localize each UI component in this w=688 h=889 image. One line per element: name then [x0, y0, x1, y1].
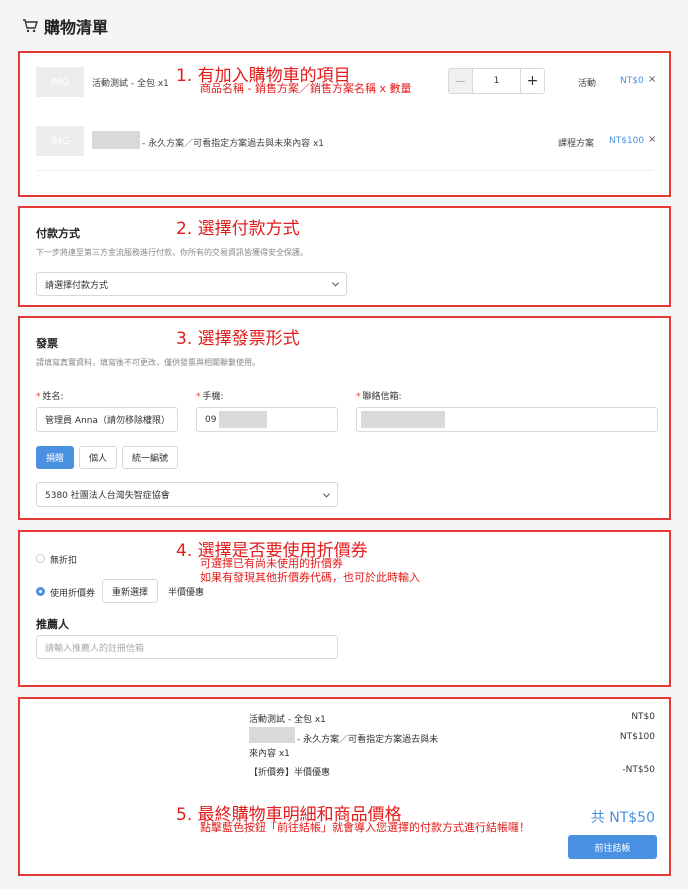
page-header: 購物清單	[22, 14, 108, 38]
item-thumbnail: IMG	[36, 67, 84, 97]
quantity-value[interactable]: 1	[473, 69, 520, 93]
redacted-text	[249, 727, 295, 743]
coupon-annotation-sub2: 如果有發現其他折價券代碼，也可於此時輸入	[200, 571, 420, 584]
summary-coupon-price: -NT$50	[622, 765, 655, 775]
payment-section: 2. 選擇付款方式 付款方式 下一步將連至第三方金流服務進行付款，你所有的交易資…	[18, 206, 671, 307]
no-discount-radio[interactable]	[36, 554, 45, 563]
item-name: - 永久方案／可看指定方案過去與未來內容 x1	[142, 139, 325, 149]
payment-title: 付款方式	[36, 227, 80, 240]
no-discount-label: 無折扣	[50, 556, 78, 566]
referrer-email-input[interactable]: 請輸入推薦人的註冊信箱	[36, 635, 338, 659]
referrer-title: 推薦人	[36, 618, 69, 631]
increment-button[interactable]: +	[520, 69, 544, 93]
coupon-annotation-sub1: 可選擇已有尚未使用的折價券	[200, 557, 343, 570]
redacted-text	[361, 411, 445, 428]
phone-field[interactable]: 09	[196, 407, 338, 432]
selected-coupon-name: 半價優惠	[168, 588, 205, 598]
summary-item-label-cont: 來內容 x1	[249, 749, 290, 759]
donation-org-select[interactable]: 5380 社團法人台灣失智症協會	[36, 482, 338, 507]
divider	[36, 170, 653, 171]
redacted-text	[92, 131, 140, 149]
decrement-button[interactable]: —	[449, 69, 473, 93]
total-price: 共 NT$50	[590, 810, 655, 826]
item-type: 課程方案	[558, 139, 595, 149]
payment-method-select[interactable]: 請選擇付款方式	[36, 272, 347, 296]
tab-personal[interactable]: 個人	[79, 446, 117, 469]
remove-item-button[interactable]: ×	[648, 134, 656, 145]
tab-donation[interactable]: 捐贈	[36, 446, 74, 469]
item-name: 活動測試 - 全包 x1	[92, 79, 169, 89]
invoice-title: 發票	[36, 337, 58, 350]
item-price: NT$0	[620, 76, 644, 86]
summary-annotation-sub: 點擊藍色按鈕「前往結帳」就會導入您選擇的付款方式進行結帳囉！	[200, 821, 530, 834]
reselect-coupon-button[interactable]: 重新選擇	[102, 579, 158, 603]
summary-item-label: - 永久方案／可看指定方案過去與未	[297, 735, 439, 745]
invoice-section: 3. 選擇發票形式 發票 請填寫真實資料，填寫後不可更改，僅供發票與相關聯繫使用…	[18, 316, 671, 520]
summary-item-price: NT$100	[619, 732, 655, 742]
remove-item-button[interactable]: ×	[648, 74, 656, 85]
summary-section: 活動測試 - 全包 x1 NT$0 - 永久方案／可看指定方案過去與未 來內容 …	[18, 697, 671, 876]
payment-select-value: 請選擇付款方式	[45, 280, 109, 291]
invoice-description: 請填寫真實資料，填寫後不可更改，僅供發票與相關聯繫使用。	[36, 358, 260, 367]
coupon-section: 4. 選擇是否要使用折價券 可選擇已有尚未使用的折價券 如果有發現其他折價券代碼…	[18, 530, 671, 687]
item-price: NT$100	[609, 136, 645, 146]
payment-description: 下一步將連至第三方金流服務進行付款，你所有的交易資訊皆獲得安全保護。	[36, 248, 308, 257]
email-label: * 聯絡信箱:	[356, 392, 402, 402]
phone-label: * 手機:	[196, 392, 224, 402]
email-field[interactable]	[356, 407, 658, 432]
item-type: 活動	[578, 79, 597, 89]
chevron-down-icon	[322, 489, 331, 498]
redacted-text	[219, 411, 267, 428]
cart-section: 1. 有加入購物車的項目 商品名稱 - 銷售方案／銷售方案名稱 x 數量 IMG…	[18, 51, 671, 197]
tab-tax-id[interactable]: 統一編號	[122, 446, 178, 469]
page-title: 購物清單	[44, 18, 109, 37]
quantity-stepper: — 1 +	[448, 68, 545, 94]
cart-icon	[23, 19, 38, 33]
summary-item-label: 活動測試 - 全包 x1	[249, 715, 326, 725]
cart-annotation-sub: 商品名稱 - 銷售方案／銷售方案名稱 x 數量	[200, 82, 412, 95]
summary-coupon-label: 【折價券】半價優惠	[249, 768, 331, 778]
summary-item-price: NT$0	[631, 712, 655, 722]
name-field[interactable]: 管理員 Anna（請勿移除權限）	[36, 407, 178, 432]
item-thumbnail: IMG	[36, 126, 84, 156]
name-label: * 姓名:	[36, 392, 64, 402]
payment-annotation: 2. 選擇付款方式	[176, 219, 300, 239]
chevron-down-icon	[331, 279, 340, 287]
use-coupon-label: 使用折價券	[50, 589, 96, 599]
invoice-annotation: 3. 選擇發票形式	[176, 329, 300, 349]
checkout-button[interactable]: 前往結帳	[568, 835, 657, 859]
use-coupon-radio[interactable]	[36, 587, 45, 596]
